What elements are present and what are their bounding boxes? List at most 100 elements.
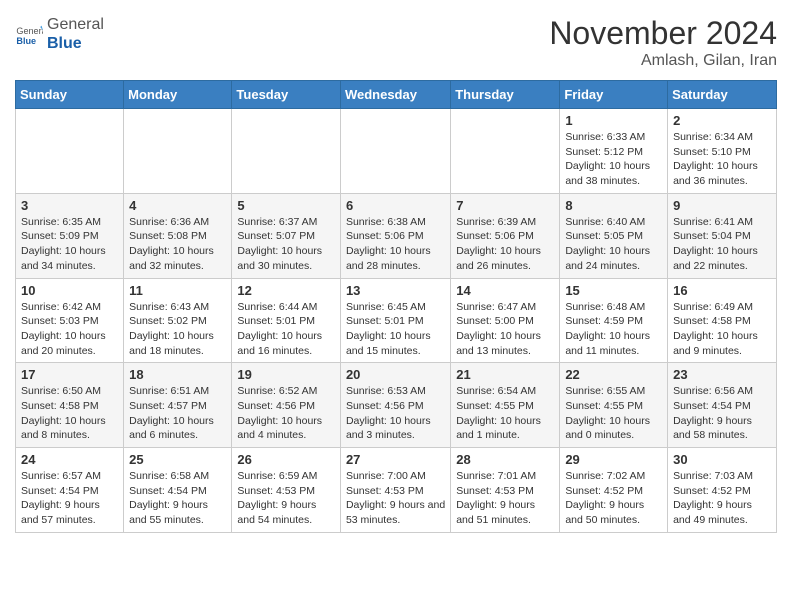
calendar-cell: 18 Sunrise: 6:51 AMSunset: 4:57 PMDayligh… [124, 363, 232, 448]
day-number: 18 [129, 367, 226, 382]
day-number: 2 [673, 113, 771, 128]
day-detail: Sunrise: 6:40 AMSunset: 5:05 PMDaylight:… [565, 215, 662, 274]
day-number: 26 [237, 452, 335, 467]
day-detail: Sunrise: 6:43 AMSunset: 5:02 PMDaylight:… [129, 300, 226, 359]
day-number: 30 [673, 452, 771, 467]
day-number: 25 [129, 452, 226, 467]
column-header-thursday: Thursday [451, 81, 560, 109]
column-header-wednesday: Wednesday [340, 81, 450, 109]
calendar-cell: 13 Sunrise: 6:45 AMSunset: 5:01 PMDayligh… [340, 278, 450, 363]
day-number: 27 [346, 452, 445, 467]
calendar-cell: 14 Sunrise: 6:47 AMSunset: 5:00 PMDayligh… [451, 278, 560, 363]
calendar-cell: 27 Sunrise: 7:00 AMSunset: 4:53 PMDayligh… [340, 448, 450, 533]
calendar-body: 1Sunrise: 6:33 AMSunset: 5:12 PMDaylight… [16, 109, 777, 533]
calendar-cell: 24 Sunrise: 6:57 AMSunset: 4:54 PMDayligh… [16, 448, 124, 533]
day-number: 12 [237, 283, 335, 298]
calendar-table: SundayMondayTuesdayWednesdayThursdayFrid… [15, 80, 777, 533]
logo: General Blue General Blue [15, 15, 104, 53]
day-detail: Sunrise: 6:44 AMSunset: 5:01 PMDaylight:… [237, 300, 335, 359]
day-detail: Sunrise: 7:03 AMSunset: 4:52 PMDaylight:… [673, 469, 771, 528]
svg-text:Blue: Blue [16, 36, 36, 46]
week-row-1: 1Sunrise: 6:33 AMSunset: 5:12 PMDaylight… [16, 109, 777, 194]
day-detail: Sunrise: 6:41 AMSunset: 5:04 PMDaylight:… [673, 215, 771, 274]
calendar-cell: 6 Sunrise: 6:38 AMSunset: 5:06 PMDaylight… [340, 193, 450, 278]
header-row: SundayMondayTuesdayWednesdayThursdayFrid… [16, 81, 777, 109]
day-detail: Sunrise: 6:36 AMSunset: 5:08 PMDaylight:… [129, 215, 226, 274]
day-detail: Sunrise: 6:53 AMSunset: 4:56 PMDaylight:… [346, 384, 445, 443]
day-number: 19 [237, 367, 335, 382]
day-detail: Sunrise: 6:38 AMSunset: 5:06 PMDaylight:… [346, 215, 445, 274]
day-detail: Sunrise: 6:54 AMSunset: 4:55 PMDaylight:… [456, 384, 554, 443]
day-detail: Sunrise: 6:57 AMSunset: 4:54 PMDaylight:… [21, 469, 118, 528]
week-row-3: 10 Sunrise: 6:42 AMSunset: 5:03 PMDayligh… [16, 278, 777, 363]
day-number: 7 [456, 198, 554, 213]
day-detail: Sunrise: 6:47 AMSunset: 5:00 PMDaylight:… [456, 300, 554, 359]
day-number: 13 [346, 283, 445, 298]
day-number: 23 [673, 367, 771, 382]
day-detail: Sunrise: 6:37 AMSunset: 5:07 PMDaylight:… [237, 215, 335, 274]
day-detail: Sunrise: 6:35 AMSunset: 5:09 PMDaylight:… [21, 215, 118, 274]
week-row-2: 3 Sunrise: 6:35 AMSunset: 5:09 PMDaylight… [16, 193, 777, 278]
day-number: 16 [673, 283, 771, 298]
day-number: 29 [565, 452, 662, 467]
calendar-cell [124, 109, 232, 194]
day-number: 9 [673, 198, 771, 213]
day-detail: Sunrise: 6:39 AMSunset: 5:06 PMDaylight:… [456, 215, 554, 274]
calendar-cell [340, 109, 450, 194]
column-header-tuesday: Tuesday [232, 81, 341, 109]
day-number: 6 [346, 198, 445, 213]
calendar-cell: 16 Sunrise: 6:49 AMSunset: 4:58 PMDayligh… [668, 278, 777, 363]
day-detail: Sunrise: 6:56 AMSunset: 4:54 PMDaylight:… [673, 384, 771, 443]
calendar-cell: 26Sunrise: 6:59 AMSunset: 4:53 PMDayligh… [232, 448, 341, 533]
day-detail: Sunrise: 7:01 AMSunset: 4:53 PMDaylight:… [456, 469, 554, 528]
day-number: 3 [21, 198, 118, 213]
day-number: 20 [346, 367, 445, 382]
calendar-cell: 29 Sunrise: 7:02 AMSunset: 4:52 PMDayligh… [560, 448, 668, 533]
logo-general: General [47, 15, 104, 34]
column-header-saturday: Saturday [668, 81, 777, 109]
calendar-cell: 12 Sunrise: 6:44 AMSunset: 5:01 PMDayligh… [232, 278, 341, 363]
calendar-cell [451, 109, 560, 194]
day-detail: Sunrise: 6:45 AMSunset: 5:01 PMDaylight:… [346, 300, 445, 359]
day-number: 11 [129, 283, 226, 298]
column-header-monday: Monday [124, 81, 232, 109]
calendar-cell: 23 Sunrise: 6:56 AMSunset: 4:54 PMDayligh… [668, 363, 777, 448]
day-detail: Sunrise: 6:55 AMSunset: 4:55 PMDaylight:… [565, 384, 662, 443]
week-row-4: 17Sunrise: 6:50 AMSunset: 4:58 PMDayligh… [16, 363, 777, 448]
day-detail: Sunrise: 7:00 AMSunset: 4:53 PMDaylight:… [346, 469, 445, 528]
location: Amlash, Gilan, Iran [549, 52, 777, 70]
logo-icon: General Blue [15, 20, 43, 48]
month-title: November 2024 [549, 15, 777, 52]
calendar-cell: 1Sunrise: 6:33 AMSunset: 5:12 PMDaylight… [560, 109, 668, 194]
calendar-cell: 4 Sunrise: 6:36 AMSunset: 5:08 PMDaylight… [124, 193, 232, 278]
calendar-cell: 25Sunrise: 6:58 AMSunset: 4:54 PMDayligh… [124, 448, 232, 533]
calendar-cell: 3 Sunrise: 6:35 AMSunset: 5:09 PMDaylight… [16, 193, 124, 278]
calendar-cell: 22 Sunrise: 6:55 AMSunset: 4:55 PMDayligh… [560, 363, 668, 448]
column-header-sunday: Sunday [16, 81, 124, 109]
week-row-5: 24 Sunrise: 6:57 AMSunset: 4:54 PMDayligh… [16, 448, 777, 533]
calendar-cell: 2 Sunrise: 6:34 AMSunset: 5:10 PMDaylight… [668, 109, 777, 194]
logo-blue: Blue [47, 34, 104, 53]
calendar-header: SundayMondayTuesdayWednesdayThursdayFrid… [16, 81, 777, 109]
day-detail: Sunrise: 7:02 AMSunset: 4:52 PMDaylight:… [565, 469, 662, 528]
day-number: 15 [565, 283, 662, 298]
day-detail: Sunrise: 6:51 AMSunset: 4:57 PMDaylight:… [129, 384, 226, 443]
calendar-cell: 28Sunrise: 7:01 AMSunset: 4:53 PMDayligh… [451, 448, 560, 533]
day-number: 24 [21, 452, 118, 467]
day-number: 8 [565, 198, 662, 213]
calendar-cell [16, 109, 124, 194]
day-detail: Sunrise: 6:49 AMSunset: 4:58 PMDaylight:… [673, 300, 771, 359]
page-header: General Blue General Blue November 2024 … [15, 15, 777, 70]
calendar-cell: 5 Sunrise: 6:37 AMSunset: 5:07 PMDaylight… [232, 193, 341, 278]
day-detail: Sunrise: 6:34 AMSunset: 5:10 PMDaylight:… [673, 130, 771, 189]
day-detail: Sunrise: 6:33 AMSunset: 5:12 PMDaylight:… [565, 130, 662, 189]
day-number: 5 [237, 198, 335, 213]
day-detail: Sunrise: 6:42 AMSunset: 5:03 PMDaylight:… [21, 300, 118, 359]
calendar-cell: 19Sunrise: 6:52 AMSunset: 4:56 PMDayligh… [232, 363, 341, 448]
day-detail: Sunrise: 6:50 AMSunset: 4:58 PMDaylight:… [21, 384, 118, 443]
day-number: 4 [129, 198, 226, 213]
day-number: 14 [456, 283, 554, 298]
day-number: 22 [565, 367, 662, 382]
calendar-cell: 8 Sunrise: 6:40 AMSunset: 5:05 PMDaylight… [560, 193, 668, 278]
day-number: 10 [21, 283, 118, 298]
